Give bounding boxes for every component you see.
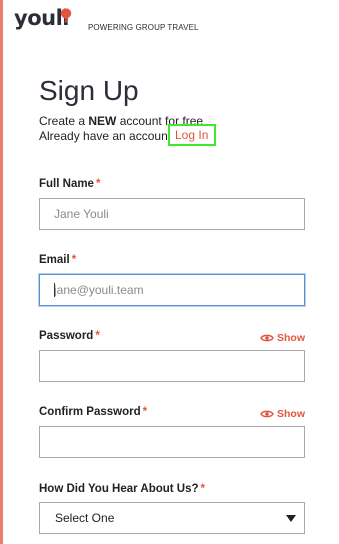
required-mark: * [71, 254, 77, 266]
referral-label-text: How Did You Hear About Us? [39, 483, 199, 495]
password-label: Password * [39, 330, 100, 342]
left-accent-strip [0, 0, 3, 544]
email-label-text: Email [39, 254, 70, 266]
login-link[interactable]: Log In [168, 124, 216, 146]
intro-emphasis: NEW [88, 114, 117, 128]
password-label-text: Password [39, 330, 94, 342]
referral-select[interactable]: Select One [39, 502, 305, 534]
confirm-password-label: Confirm Password * [39, 406, 147, 418]
login-prompt: Already have an account? [39, 129, 178, 143]
password-input[interactable] [39, 350, 305, 382]
email-input[interactable] [39, 274, 305, 306]
full-name-input[interactable] [39, 198, 305, 230]
eye-icon [260, 334, 274, 342]
confirm-password-label-text: Confirm Password [39, 406, 141, 418]
full-name-label-text: Full Name [39, 178, 94, 190]
eye-icon [260, 410, 274, 418]
confirm-password-input[interactable] [39, 426, 305, 458]
required-mark: * [95, 178, 101, 190]
referral-label: How Did You Hear About Us? * [39, 483, 205, 495]
balloon-icon [60, 8, 72, 23]
full-name-label: Full Name * [39, 178, 100, 190]
page-title: Sign Up [39, 75, 139, 106]
caret-down-icon [286, 515, 296, 522]
referral-selected-value: Select One [55, 511, 115, 525]
password-show-label: Show [277, 332, 305, 344]
intro-prefix: Create a [39, 114, 89, 128]
required-mark: * [95, 330, 100, 342]
required-mark: * [200, 483, 205, 495]
text-cursor [54, 283, 55, 297]
password-show-toggle[interactable]: Show [260, 332, 305, 344]
email-label: Email * [39, 254, 76, 266]
confirm-password-show-label: Show [277, 408, 305, 420]
brand-header: youli POWERING GROUP TRAVEL [14, 6, 198, 36]
required-mark: * [142, 406, 148, 418]
brand-tagline: POWERING GROUP TRAVEL [88, 23, 199, 32]
confirm-password-show-toggle[interactable]: Show [260, 408, 305, 420]
